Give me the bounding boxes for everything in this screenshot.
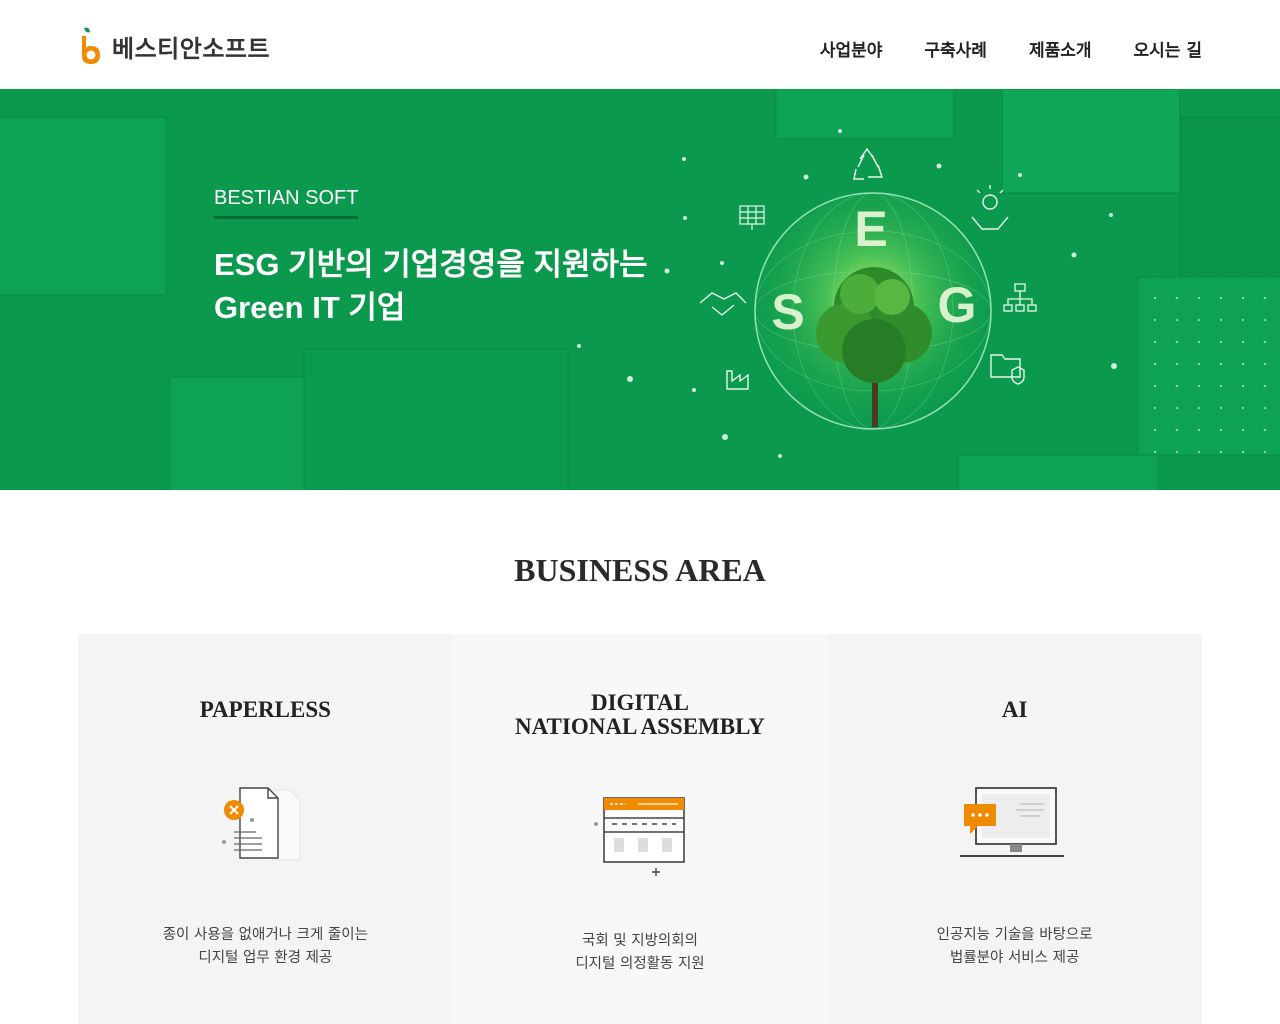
card-title-line: NATIONAL ASSEMBLY (515, 714, 765, 739)
card-title: AI (827, 698, 1202, 722)
card-description: 국회 및 지방의회의 디지털 의정활동 지원 (453, 930, 828, 976)
nav-item-cases[interactable]: 구축사례 (924, 36, 987, 61)
recycle-icon (853, 147, 884, 180)
hero-banner: E S G BESTIAN SOFT ESG 기반의 기업경영을 지원하는 Gr… (0, 89, 1280, 490)
business-area-title: BUSINESS AREA (514, 552, 766, 588)
business-card-paperless[interactable]: PAPERLESS 종이 사용을 없애거나 크게 줄이는 디지털 업무 환경 제… (78, 634, 453, 1024)
nav-item-products[interactable]: 제품소개 (1029, 36, 1092, 61)
card-title-line: AI (1001, 697, 1028, 722)
site-header: 베스티안소프트 사업분야 구축사례 제품소개 오시는 길 (0, 0, 1280, 89)
card-description-line: 디지털 의정활동 지원 (575, 956, 705, 972)
browser-window-icon (593, 797, 685, 876)
card-description: 종이 사용을 없애거나 크게 줄이는 디지털 업무 환경 제공 (78, 924, 453, 970)
card-title-line: DIGITAL (590, 690, 689, 715)
nav-item-directions[interactable]: 오시는 길 (1134, 36, 1202, 61)
card-description-line: 법률분야 서비스 제공 (950, 950, 1080, 966)
business-card-digital-national-assembly[interactable]: DIGITAL NATIONAL ASSEMBLY 국회 및 지방의회의 디지털… (452, 634, 828, 1024)
logo-mark-icon (82, 27, 100, 64)
card-description-line: 인공지능 기술을 바탕으로 (936, 927, 1093, 943)
card-title-line: PAPERLESS (199, 697, 331, 722)
logo[interactable]: 베스티안소프트 (78, 26, 270, 66)
business-cards: PAPERLESS 종이 사용을 없애거나 크게 줄이는 디지털 업무 환경 제… (78, 634, 1202, 1024)
card-title: PAPERLESS (78, 698, 453, 722)
card-title: DIGITAL NATIONAL ASSEMBLY (453, 691, 828, 739)
org-chart-icon (1003, 283, 1037, 312)
business-card-ai[interactable]: AI 인공지능 기술을 바탕으로 법률분야 서비스 제공 (827, 634, 1202, 1024)
card-description-line: 국회 및 지방의회의 (582, 933, 698, 949)
hero-title-line-2: Green IT 기업 (214, 290, 406, 325)
factory-icon (726, 370, 749, 390)
monitor-chat-icon (959, 787, 1064, 857)
solar-panel-icon (739, 205, 765, 230)
hero-title-line-1: ESG 기반의 기업경영을 지원하는 (214, 247, 648, 282)
esg-letter-s: S (771, 284, 804, 340)
logo-text: 베스티안소프트 (112, 34, 271, 63)
main-nav: 사업분야 구축사례 제품소개 오시는 길 (820, 36, 1202, 61)
handshake-icon (699, 292, 747, 316)
nav-item-business[interactable]: 사업분야 (820, 36, 883, 61)
card-description-line: 종이 사용을 없애거나 크게 줄이는 (162, 927, 368, 943)
card-description-line: 디지털 업무 환경 제공 (198, 950, 333, 966)
folder-shield-icon (990, 354, 1025, 385)
hero-kicker: BESTIAN SOFT (214, 187, 359, 219)
hero-title: ESG 기반의 기업경영을 지원하는 Green IT 기업 (214, 243, 648, 329)
esg-letter-e: E (854, 201, 887, 257)
esg-letter-g: G (938, 277, 977, 333)
paper-document-icon (222, 787, 301, 861)
card-description: 인공지능 기술을 바탕으로 법률분야 서비스 제공 (827, 924, 1202, 970)
